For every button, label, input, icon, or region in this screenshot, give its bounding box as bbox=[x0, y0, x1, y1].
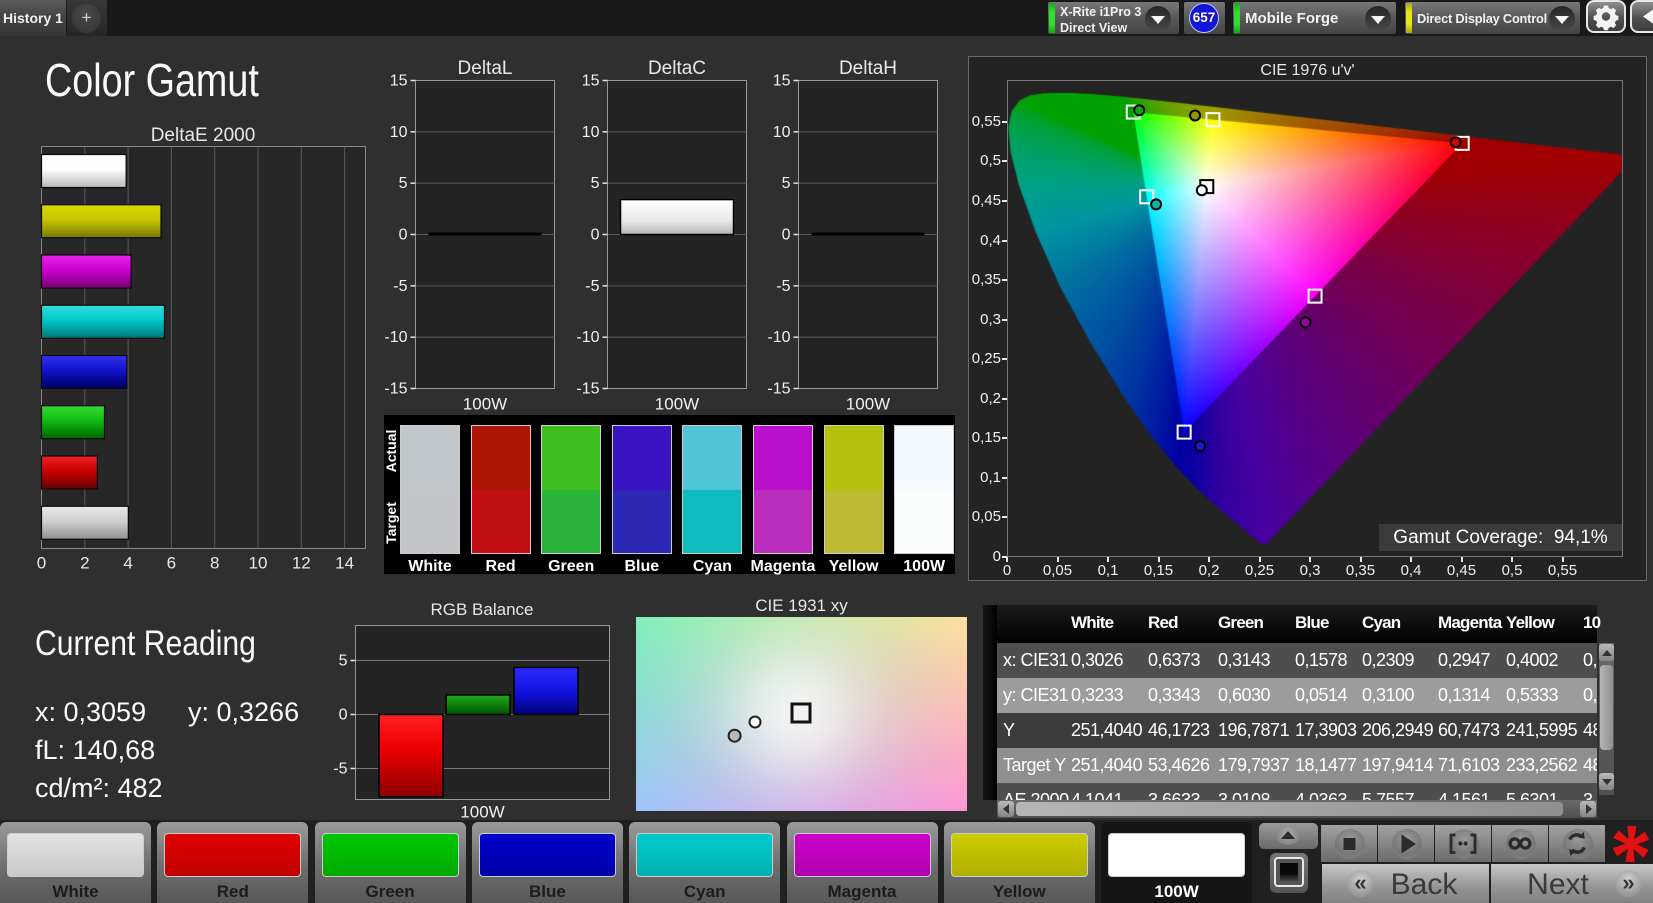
svg-text:-10: -10 bbox=[767, 329, 790, 346]
svg-text:10: 10 bbox=[249, 554, 268, 573]
svg-text:10: 10 bbox=[582, 124, 600, 141]
svg-text:5: 5 bbox=[339, 653, 348, 670]
svg-text:0: 0 bbox=[782, 227, 791, 244]
svg-text:5: 5 bbox=[782, 175, 791, 192]
svg-text:-5: -5 bbox=[776, 278, 790, 295]
svg-text:0: 0 bbox=[37, 554, 46, 573]
svg-text:0: 0 bbox=[339, 707, 348, 724]
svg-text:4: 4 bbox=[123, 554, 132, 573]
svg-text:100W: 100W bbox=[846, 395, 890, 411]
svg-text:12: 12 bbox=[292, 554, 311, 573]
svg-text:-15: -15 bbox=[767, 381, 790, 398]
svg-text:0: 0 bbox=[591, 227, 600, 244]
svg-text:DeltaC: DeltaC bbox=[648, 60, 706, 79]
svg-text:15: 15 bbox=[390, 73, 408, 90]
svg-text:DeltaH: DeltaH bbox=[839, 60, 897, 79]
svg-text:10: 10 bbox=[773, 124, 791, 141]
svg-text:-5: -5 bbox=[393, 278, 407, 295]
svg-text:100W: 100W bbox=[463, 395, 507, 411]
svg-text:-10: -10 bbox=[384, 329, 407, 346]
svg-text:DeltaL: DeltaL bbox=[458, 60, 513, 79]
svg-text:-15: -15 bbox=[384, 381, 407, 398]
svg-text:10: 10 bbox=[390, 124, 408, 141]
svg-text:15: 15 bbox=[773, 73, 791, 90]
svg-text:-15: -15 bbox=[576, 381, 599, 398]
svg-text:100W: 100W bbox=[460, 803, 504, 822]
svg-text:100W: 100W bbox=[655, 395, 699, 411]
svg-text:0: 0 bbox=[399, 227, 408, 244]
svg-text:2: 2 bbox=[80, 554, 89, 573]
svg-text:15: 15 bbox=[582, 73, 600, 90]
svg-text:-5: -5 bbox=[585, 278, 599, 295]
svg-text:8: 8 bbox=[210, 554, 219, 573]
svg-text:6: 6 bbox=[167, 554, 176, 573]
svg-text:14: 14 bbox=[335, 554, 354, 573]
svg-text:5: 5 bbox=[399, 175, 408, 192]
svg-text:-10: -10 bbox=[576, 329, 599, 346]
svg-text:-5: -5 bbox=[333, 761, 347, 778]
svg-text:5: 5 bbox=[591, 175, 600, 192]
